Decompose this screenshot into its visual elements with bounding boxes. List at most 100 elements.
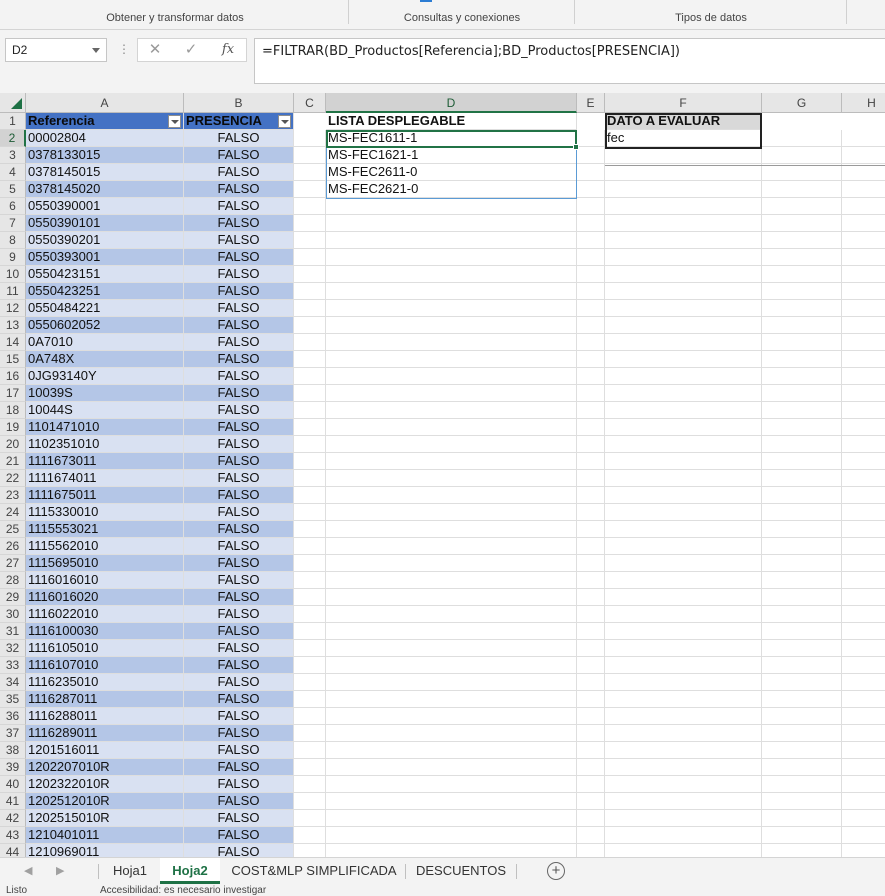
table-cell-referencia[interactable]: 1202322010R [26, 776, 184, 793]
table-cell-presencia[interactable]: FALSO [184, 198, 294, 215]
grid-cell[interactable] [326, 300, 577, 317]
grid-cell[interactable] [577, 725, 605, 742]
table-cell-presencia[interactable]: FALSO [184, 725, 294, 742]
grid-cell[interactable] [326, 487, 577, 504]
table-cell-referencia[interactable]: 0378145020 [26, 181, 184, 198]
table-cell-presencia[interactable]: FALSO [184, 317, 294, 334]
filter-dropdown-icon[interactable] [278, 115, 291, 128]
grid-cell[interactable] [326, 538, 577, 555]
grid-cell[interactable] [605, 300, 762, 317]
row-header[interactable]: 29 [0, 589, 26, 606]
row-header[interactable]: 1 [0, 113, 26, 130]
grid-cell[interactable] [294, 436, 326, 453]
grid-cell[interactable] [326, 368, 577, 385]
grid-cell[interactable] [842, 283, 885, 300]
grid-cell[interactable] [577, 419, 605, 436]
grid-cell[interactable] [577, 147, 605, 164]
next-sheet-icon[interactable]: ▶ [56, 864, 64, 877]
grid-cell[interactable] [294, 844, 326, 857]
row-header[interactable]: 15 [0, 351, 26, 368]
grid-cell[interactable] [762, 606, 842, 623]
grid-cell[interactable] [605, 470, 762, 487]
grid-cell[interactable] [605, 334, 762, 351]
grid-cell[interactable] [842, 249, 885, 266]
grid-cell[interactable] [605, 164, 762, 181]
grid-cell[interactable] [762, 844, 842, 857]
grid-cell[interactable] [842, 759, 885, 776]
grid-cell[interactable] [605, 504, 762, 521]
grid-cell[interactable] [326, 232, 577, 249]
grid-cell[interactable] [577, 793, 605, 810]
grid-cell[interactable] [842, 606, 885, 623]
table-cell-presencia[interactable]: FALSO [184, 572, 294, 589]
grid-cell[interactable] [577, 402, 605, 419]
lista-item[interactable]: MS-FEC2611-0 [326, 164, 577, 181]
grid-cell[interactable] [762, 623, 842, 640]
grid-cell[interactable] [842, 453, 885, 470]
grid-cell[interactable] [762, 759, 842, 776]
grid-cell[interactable] [762, 470, 842, 487]
grid-cell[interactable] [326, 198, 577, 215]
table-cell-presencia[interactable]: FALSO [184, 147, 294, 164]
sheet-tab-cost-mlp[interactable]: COST&MLP SIMPLIFICADA [224, 858, 404, 884]
row-header[interactable]: 17 [0, 385, 26, 402]
grid-cell[interactable] [326, 470, 577, 487]
row-header[interactable]: 22 [0, 470, 26, 487]
grid-cell[interactable] [842, 317, 885, 334]
grid-cell[interactable] [326, 623, 577, 640]
grid-cell[interactable] [326, 317, 577, 334]
grid-cell[interactable] [294, 691, 326, 708]
table-cell-presencia[interactable]: FALSO [184, 844, 294, 857]
grid-cell[interactable] [842, 385, 885, 402]
table-cell-presencia[interactable]: FALSO [184, 164, 294, 181]
grid-cell[interactable] [842, 691, 885, 708]
table-cell-presencia[interactable]: FALSO [184, 674, 294, 691]
grid-cell[interactable] [294, 725, 326, 742]
grid-cell[interactable] [294, 742, 326, 759]
grid-cell[interactable] [577, 844, 605, 857]
grid-cell[interactable] [294, 572, 326, 589]
grid-cell[interactable] [605, 266, 762, 283]
row-header[interactable]: 14 [0, 334, 26, 351]
table-cell-referencia[interactable]: 1116235010 [26, 674, 184, 691]
table-cell-referencia[interactable]: 1201516011 [26, 742, 184, 759]
grid-cell[interactable] [294, 300, 326, 317]
grid-cell[interactable] [294, 640, 326, 657]
grid-cell[interactable] [326, 759, 577, 776]
grid-cell[interactable] [605, 725, 762, 742]
table-cell-presencia[interactable]: FALSO [184, 351, 294, 368]
grid-cell[interactable] [605, 827, 762, 844]
grid-cell[interactable] [842, 334, 885, 351]
grid-cell[interactable] [842, 266, 885, 283]
table-cell-referencia[interactable]: 1111673011 [26, 453, 184, 470]
table-cell-referencia[interactable]: 0378133015 [26, 147, 184, 164]
grid-cell[interactable] [577, 351, 605, 368]
grid-cell[interactable] [605, 521, 762, 538]
grid-cell[interactable] [577, 538, 605, 555]
grid-cell[interactable] [762, 640, 842, 657]
grid-cell[interactable] [842, 589, 885, 606]
grid-cell[interactable] [762, 215, 842, 232]
row-header[interactable]: 19 [0, 419, 26, 436]
sheet-tab-hoja1[interactable]: Hoja1 [100, 858, 160, 884]
grid-cell[interactable] [842, 538, 885, 555]
table-cell-presencia[interactable]: FALSO [184, 589, 294, 606]
grid-cell[interactable] [842, 657, 885, 674]
grid-cell[interactable] [605, 691, 762, 708]
row-header[interactable]: 37 [0, 725, 26, 742]
row-header[interactable]: 32 [0, 640, 26, 657]
grid-cell[interactable] [326, 419, 577, 436]
grid-cell[interactable] [762, 538, 842, 555]
grid-cell[interactable] [294, 385, 326, 402]
grid-cell[interactable] [577, 759, 605, 776]
grid-cell[interactable] [842, 470, 885, 487]
grid-cell[interactable] [577, 283, 605, 300]
grid-cell[interactable] [577, 504, 605, 521]
grid-cell[interactable] [294, 334, 326, 351]
table-cell-referencia[interactable]: 1116022010 [26, 606, 184, 623]
table-cell-referencia[interactable]: 0A748X [26, 351, 184, 368]
table-cell-presencia[interactable]: FALSO [184, 334, 294, 351]
table-cell-referencia[interactable]: 1111675011 [26, 487, 184, 504]
grid-cell[interactable] [577, 470, 605, 487]
table-header-referencia[interactable]: Referencia [26, 113, 184, 130]
